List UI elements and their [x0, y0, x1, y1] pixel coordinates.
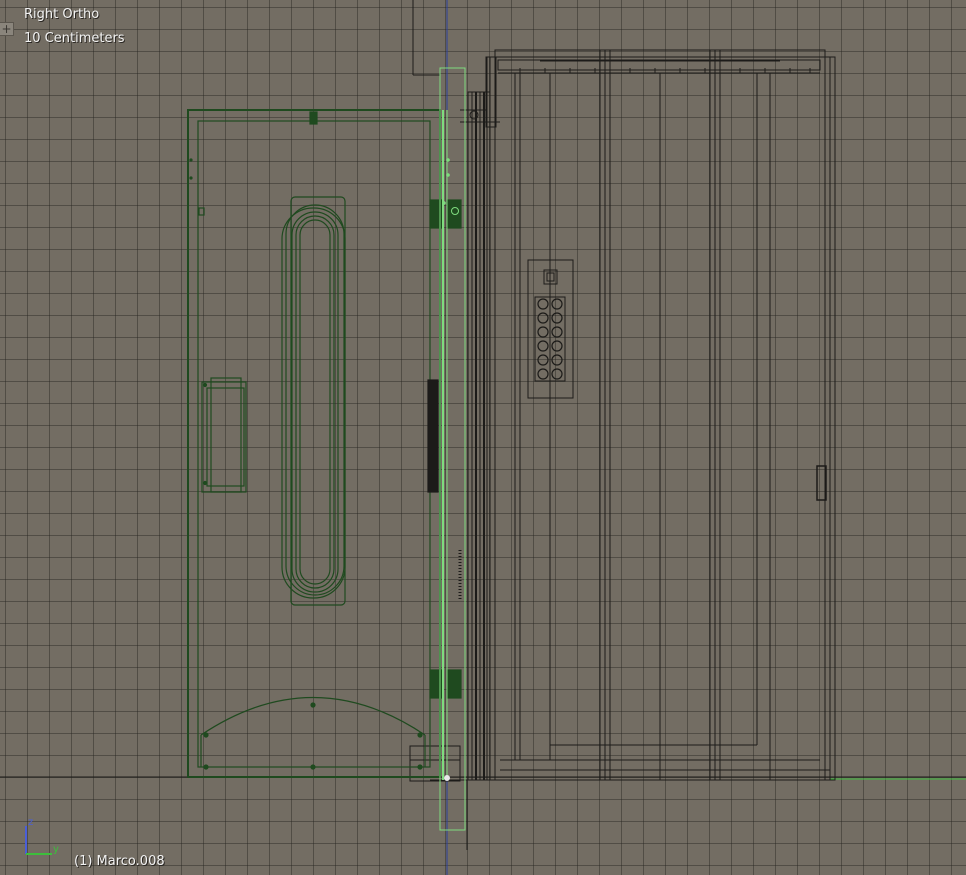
view-name-label: Right Ortho	[24, 7, 100, 22]
door-track	[409, 56, 500, 850]
active-object-info: (1) Marco.008	[74, 854, 165, 869]
axis-gizmo-icon: z y	[25, 817, 59, 855]
grid-scale-label: 10 Centimeters	[24, 31, 125, 46]
wireframe-scene[interactable]	[0, 0, 966, 875]
elevator-cabin[interactable]	[489, 49, 836, 781]
z-axis-label: z	[28, 817, 33, 828]
y-axis-label: y	[53, 844, 59, 855]
selected-door[interactable]	[187, 109, 462, 778]
3d-viewport[interactable]: Right Ortho 10 Centimeters + z y (1) Mar…	[0, 0, 966, 875]
active-frame-marco[interactable]	[439, 67, 466, 831]
plus-icon[interactable]: +	[0, 22, 14, 36]
